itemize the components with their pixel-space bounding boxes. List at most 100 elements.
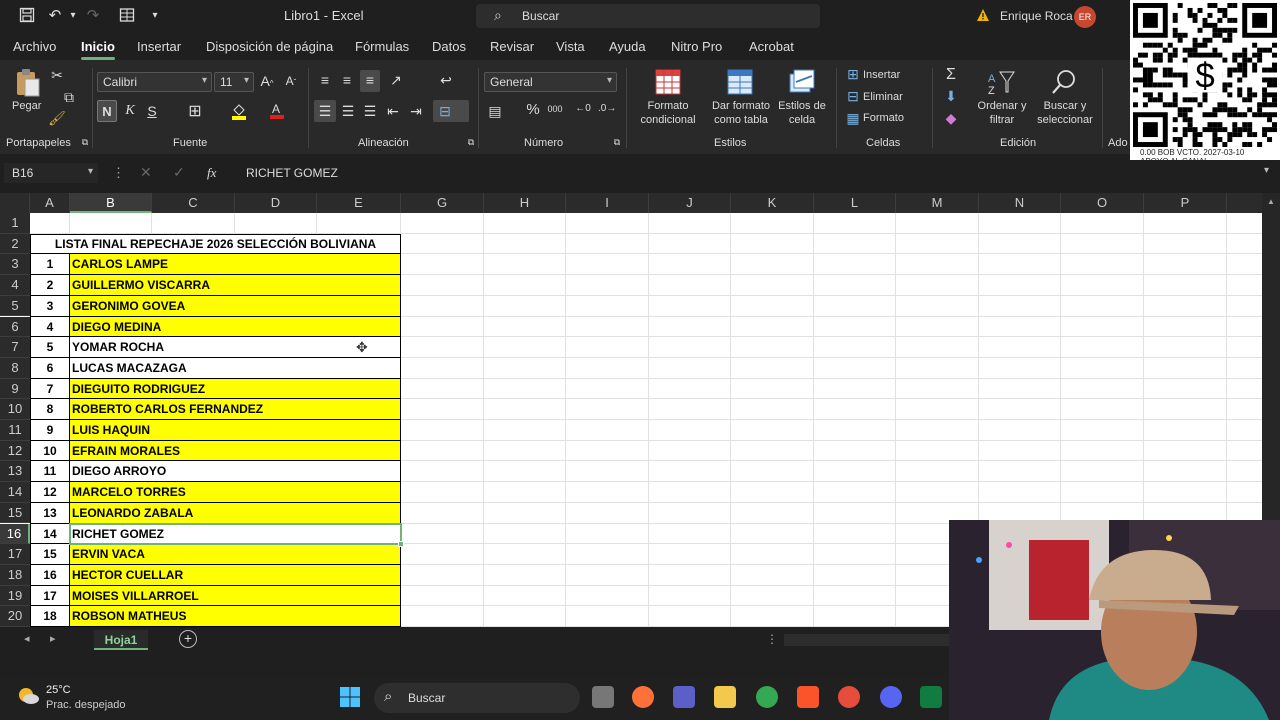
player-name-cell[interactable]: DIEGUITO RODRIGUEZ <box>70 378 401 400</box>
discord-icon[interactable] <box>880 686 902 708</box>
row-header[interactable]: 4 <box>0 275 30 296</box>
row-header[interactable]: 9 <box>0 378 30 400</box>
align-center-icon[interactable]: ☰ <box>339 103 357 120</box>
row-header[interactable]: 18 <box>0 564 30 586</box>
font-name-select[interactable]: Calibri <box>97 72 212 92</box>
row-header[interactable]: 1 <box>0 213 30 234</box>
column-header[interactable]: E <box>317 193 401 213</box>
player-name-cell[interactable]: GERONIMO GOVEA <box>70 295 401 317</box>
delete-cells-button[interactable]: Eliminar <box>863 90 903 104</box>
expand-formula-bar-icon[interactable]: ▾ <box>1264 165 1269 176</box>
player-number-cell[interactable]: 8 <box>30 399 70 420</box>
player-number-cell[interactable]: 11 <box>30 461 70 483</box>
player-number-cell[interactable]: 1 <box>30 254 70 276</box>
delete-cells-icon[interactable]: ⊟ <box>844 88 862 105</box>
number-format-select[interactable]: General <box>484 72 617 92</box>
tab-acrobat[interactable]: Acrobat <box>749 39 794 54</box>
fill-handle[interactable] <box>398 541 404 548</box>
row-header[interactable]: 5 <box>0 295 30 317</box>
tab-archivo[interactable]: Archivo <box>13 39 56 54</box>
player-number-cell[interactable]: 17 <box>30 585 70 607</box>
player-number-cell[interactable]: 9 <box>30 420 70 441</box>
opera-gx-icon[interactable] <box>838 686 860 708</box>
accounting-format-icon[interactable]: ▤ <box>486 103 504 120</box>
format-as-table-icon[interactable] <box>726 68 754 96</box>
player-name-cell[interactable]: ROBSON MATHEUS <box>70 606 401 627</box>
column-header[interactable]: D <box>235 193 317 213</box>
column-header[interactable]: H <box>484 193 566 213</box>
find-select-button[interactable]: Buscar y seleccionar <box>1034 99 1096 127</box>
player-number-cell[interactable]: 2 <box>30 275 70 296</box>
borders-icon[interactable]: ⊞ <box>186 101 204 121</box>
insert-cells-button[interactable]: Insertar <box>863 68 900 82</box>
user-name[interactable]: Enrique Roca <box>1000 9 1073 23</box>
player-name-cell[interactable]: ERVIN VACA <box>70 544 401 565</box>
row-header[interactable]: 15 <box>0 502 30 524</box>
name-box[interactable]: B16 ▾ <box>4 163 98 183</box>
column-header[interactable]: M <box>896 193 979 213</box>
horizontal-scrollbar[interactable] <box>784 634 950 646</box>
wrap-text-icon[interactable]: ↩ <box>437 72 455 89</box>
conditional-format-icon[interactable] <box>654 68 682 96</box>
column-header[interactable]: C <box>152 193 235 213</box>
player-name-cell[interactable]: MARCELO TORRES <box>70 482 401 503</box>
teams-icon[interactable] <box>673 686 695 708</box>
align-right-icon[interactable]: ☰ <box>361 103 379 120</box>
table-icon[interactable] <box>118 7 136 25</box>
row-header[interactable]: 11 <box>0 420 30 441</box>
column-header[interactable]: N <box>979 193 1061 213</box>
chrome-icon[interactable] <box>756 686 778 708</box>
column-header[interactable]: L <box>814 193 896 213</box>
prev-sheet-icon[interactable]: ◂ <box>24 632 30 645</box>
paste-icon[interactable] <box>14 68 42 98</box>
player-number-cell[interactable]: 12 <box>30 482 70 503</box>
excel-icon[interactable] <box>920 686 942 708</box>
avatar[interactable]: ER <box>1074 6 1096 28</box>
sort-filter-icon[interactable]: AZ <box>986 68 1016 97</box>
confirm-icon[interactable]: ✓ <box>173 164 185 181</box>
align-top-icon[interactable]: ≡ <box>316 72 334 88</box>
row-header[interactable]: 12 <box>0 440 30 462</box>
font-color-icon[interactable]: A <box>268 101 286 122</box>
start-icon[interactable] <box>339 686 361 708</box>
orientation-icon[interactable]: ↗ <box>387 72 405 89</box>
undo-icon[interactable]: ↶ <box>46 7 64 25</box>
thousands-separator-icon[interactable]: 000 <box>546 104 564 114</box>
tab-splitter-icon[interactable]: ⋮ <box>766 632 778 646</box>
tab-insertar[interactable]: Insertar <box>137 39 181 54</box>
row-header[interactable]: 13 <box>0 461 30 483</box>
format-cells-button[interactable]: Formato <box>863 111 904 125</box>
formula-input[interactable]: RICHET GOMEZ <box>246 166 338 180</box>
player-number-cell[interactable]: 16 <box>30 564 70 586</box>
player-number-cell[interactable]: 5 <box>30 337 70 358</box>
row-header[interactable]: 14 <box>0 482 30 503</box>
row-header[interactable]: 6 <box>0 316 30 338</box>
player-number-cell[interactable]: 15 <box>30 544 70 565</box>
format-as-table-button[interactable]: Dar formato como tabla <box>706 99 776 127</box>
scroll-up-icon[interactable]: ▲ <box>1267 197 1275 206</box>
add-sheet-icon[interactable]: + <box>179 630 197 648</box>
task-view-icon[interactable] <box>592 686 614 708</box>
player-name-cell[interactable]: CARLOS LAMPE <box>70 254 401 276</box>
row-header[interactable]: 17 <box>0 544 30 565</box>
find-select-icon[interactable] <box>1050 68 1078 96</box>
player-number-cell[interactable]: 18 <box>30 606 70 627</box>
redo-icon[interactable]: ↷ <box>84 7 102 25</box>
column-header[interactable]: P <box>1144 193 1227 213</box>
increase-decimal-icon[interactable]: ←0 <box>574 103 592 114</box>
row-header[interactable]: 10 <box>0 399 30 420</box>
tab-nitro-pro[interactable]: Nitro Pro <box>671 39 722 54</box>
player-number-cell[interactable]: 7 <box>30 378 70 400</box>
taskbar-search[interactable]: ⌕ Buscar <box>374 683 580 713</box>
insert-function-icon[interactable]: fx <box>207 165 216 181</box>
player-name-cell[interactable]: MOISES VILLARROEL <box>70 585 401 607</box>
player-number-cell[interactable]: 13 <box>30 502 70 524</box>
next-sheet-icon[interactable]: ▸ <box>50 632 56 645</box>
more-options-icon[interactable]: ⋮ <box>112 165 125 181</box>
player-name-cell[interactable]: LUCAS MACAZAGA <box>70 357 401 379</box>
conditional-format-button[interactable]: Formato condicional <box>632 99 704 127</box>
insert-cells-icon[interactable]: ⊞ <box>844 66 862 83</box>
player-number-cell[interactable]: 4 <box>30 316 70 338</box>
undo-dropdown-icon[interactable]: ▾ <box>64 7 82 25</box>
row-header[interactable]: 16 <box>0 523 30 545</box>
